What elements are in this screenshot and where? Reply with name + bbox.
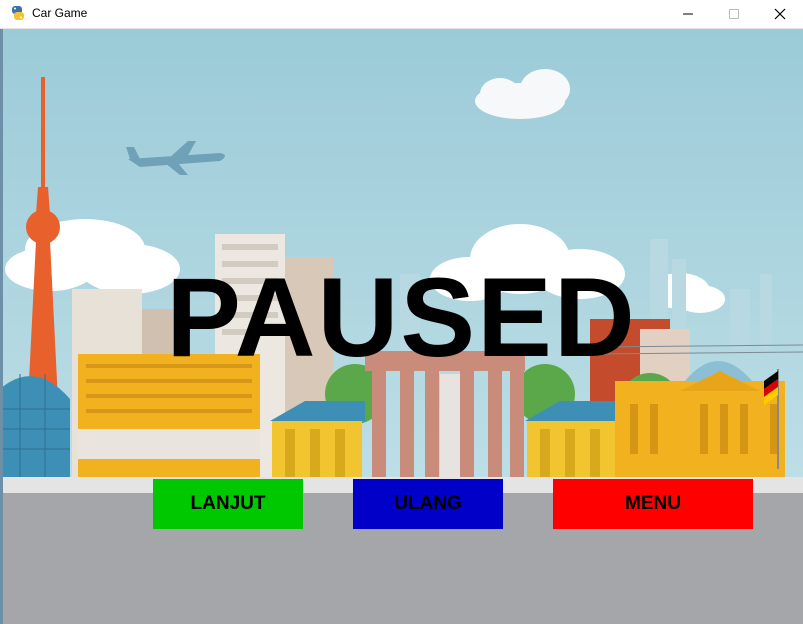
menu-button[interactable]: MENU: [553, 479, 753, 529]
window-title: Car Game: [32, 6, 88, 20]
paused-title: PAUSED: [166, 255, 637, 380]
game-window: Car Game PAUSED LANJUT ULANG MENU: [0, 0, 803, 624]
close-button[interactable]: [757, 0, 803, 28]
python-snake-icon: [10, 5, 26, 21]
maximize-button[interactable]: [711, 0, 757, 28]
maximize-icon: [729, 9, 739, 19]
minimize-icon: [683, 13, 693, 15]
restart-button[interactable]: ULANG: [353, 479, 503, 529]
title-bar[interactable]: Car Game: [0, 0, 803, 29]
close-icon: [774, 8, 786, 20]
continue-button[interactable]: LANJUT: [153, 479, 303, 529]
minimize-button[interactable]: [665, 0, 711, 28]
glass-dome-building: [0, 374, 70, 479]
